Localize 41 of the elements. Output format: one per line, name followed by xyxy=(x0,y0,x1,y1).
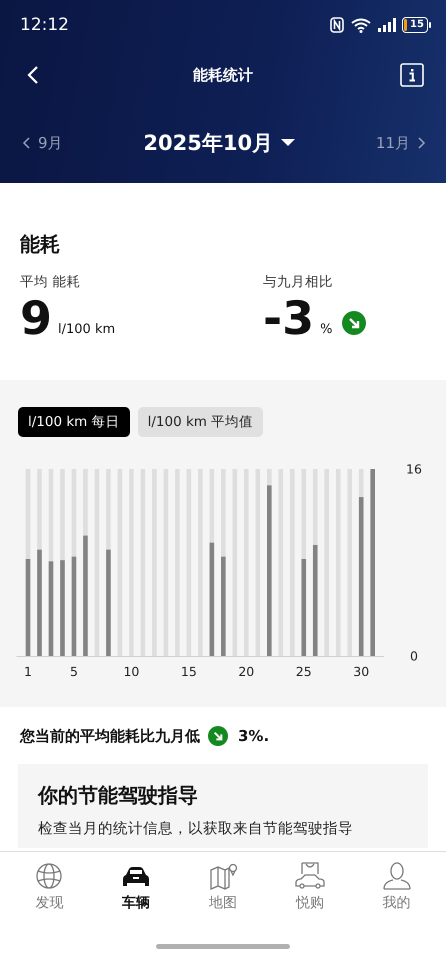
x-axis-label: 10 xyxy=(123,664,140,679)
x-axis-label: 25 xyxy=(296,664,312,679)
stat-label: 平均 能耗 xyxy=(20,273,82,291)
nav-tab[interactable]: 发现 xyxy=(14,860,84,929)
nav-tab[interactable]: 我的 xyxy=(362,860,432,929)
tip-text: 检查当月的统计信息，以获取来自节能驾驶指导 xyxy=(38,820,354,838)
x-axis-label: 30 xyxy=(353,664,370,679)
chevron-left-icon[interactable] xyxy=(22,136,32,150)
stat-unit: l/100 km xyxy=(58,322,116,337)
next-month-link[interactable]: 11月 xyxy=(376,134,426,152)
nav-tab[interactable]: 车辆 xyxy=(101,860,172,929)
chart-tab[interactable]: l/100 km 每日 xyxy=(18,407,130,437)
tip-title: 你的节能驾驶指导 xyxy=(38,782,199,809)
previous-month-link[interactable]: 9月 xyxy=(22,134,63,152)
x-axis-label: 5 xyxy=(70,664,78,679)
x-axis-label: 20 xyxy=(238,664,254,679)
stat-label: 与九月相比 xyxy=(263,273,334,291)
nfc-icon xyxy=(330,17,344,33)
info-icon[interactable] xyxy=(400,63,424,87)
caret-down-icon[interactable] xyxy=(281,139,296,147)
x-axis-label: 1 xyxy=(24,664,32,679)
wifi-icon xyxy=(350,17,372,33)
nav-tab[interactable]: 悦购 xyxy=(274,860,345,929)
y-axis-label: 0 xyxy=(410,648,418,664)
section-heading: 能耗 xyxy=(20,231,61,257)
comparison-text: 您当前的平均能耗比九月低 xyxy=(20,726,200,746)
nav-tab[interactable]: 地图 xyxy=(188,860,258,929)
chart-tab[interactable]: l/100 km 平均值 xyxy=(138,407,264,437)
signal-icon xyxy=(378,18,396,32)
stat-value: 9 xyxy=(20,293,52,343)
month-picker[interactable]: 2025年10月 xyxy=(143,129,296,157)
comparison-value: 3%. xyxy=(238,727,270,745)
user-icon[interactable] xyxy=(380,860,413,892)
x-axis-label: 15 xyxy=(180,664,197,679)
stat-unit: % xyxy=(320,322,332,337)
page-title: 能耗统计 xyxy=(193,66,253,84)
chevron-right-icon[interactable] xyxy=(416,136,426,150)
stat-value: -3 xyxy=(263,293,314,343)
status-time: 12:12 xyxy=(20,15,69,35)
y-axis-label: 16 xyxy=(406,462,422,476)
battery-level: 15 xyxy=(410,20,424,30)
